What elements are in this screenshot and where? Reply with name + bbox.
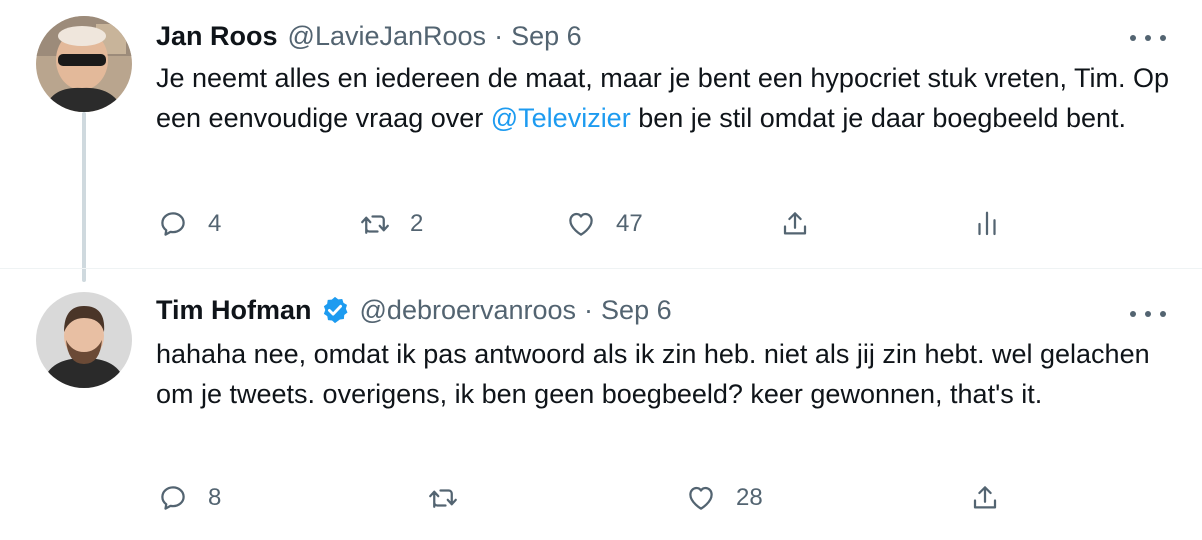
like-icon [689, 486, 713, 510]
retweet-count: 2 [410, 210, 424, 237]
retweet-button[interactable]: 2 [360, 202, 423, 246]
reply-button[interactable]: 4 [158, 202, 221, 246]
tweet-actions: 4 2 47 [0, 202, 1202, 246]
share-button[interactable] [970, 476, 1000, 520]
author-name[interactable]: Jan Roos [156, 21, 278, 52]
share-button[interactable] [780, 202, 810, 246]
tweet-jan-roos[interactable]: Jan Roos @LavieJanRoos · Sep 6 Je neemt … [0, 0, 1202, 268]
author-handle[interactable]: @LavieJanRoos [288, 21, 487, 52]
more-icon[interactable] [1130, 28, 1166, 48]
reply-icon [161, 212, 185, 236]
tweet-text: hahaha nee, omdat ik pas antwoord als ik… [156, 339, 1150, 409]
retweet-button[interactable] [428, 476, 458, 520]
mention-link[interactable]: @Televizier [491, 103, 631, 133]
author-name[interactable]: Tim Hofman [156, 295, 312, 326]
tweet-date[interactable]: Sep 6 [601, 295, 672, 326]
share-icon [783, 212, 807, 235]
separator-dot: · [584, 294, 594, 325]
reply-count: 8 [208, 484, 222, 511]
author-handle[interactable]: @debroervanroos [360, 295, 577, 326]
retweet-icon [429, 489, 457, 508]
tweet-tim-hofman[interactable]: Tim Hofman @debroervanroos · Sep 6 hahah… [0, 268, 1202, 540]
reply-button[interactable]: 8 [158, 476, 221, 520]
tweet-header: Tim Hofman @debroervanroos · Sep 6 [156, 292, 672, 328]
more-icon[interactable] [1130, 304, 1166, 324]
like-count: 28 [736, 484, 763, 511]
tweet-text: Je neemt alles en iedereen de maat, maar… [156, 58, 1176, 138]
avatar[interactable] [36, 292, 132, 388]
retweet-icon [361, 215, 389, 234]
avatar[interactable] [36, 16, 132, 112]
tweet-header: Jan Roos @LavieJanRoos · Sep 6 [156, 18, 582, 54]
analytics-button[interactable] [972, 202, 1002, 246]
tweet-date[interactable]: Sep 6 [511, 21, 582, 52]
separator-dot: · [494, 20, 504, 51]
like-button[interactable]: 47 [566, 202, 643, 246]
reply-count: 4 [208, 210, 222, 237]
like-icon [569, 212, 593, 236]
analytics-icon [978, 211, 996, 236]
like-button[interactable]: 28 [686, 476, 763, 520]
share-icon [973, 486, 997, 509]
verified-badge-icon [323, 296, 348, 324]
tweet-actions: 8 28 [0, 476, 1202, 520]
tweet-text-part: ben je stil omdat je daar boegbeeld bent… [630, 103, 1127, 133]
reply-icon [161, 486, 185, 510]
like-count: 47 [616, 210, 643, 237]
